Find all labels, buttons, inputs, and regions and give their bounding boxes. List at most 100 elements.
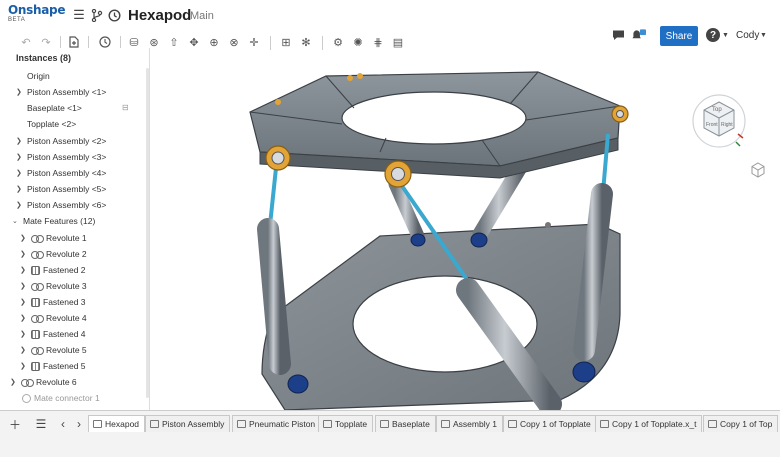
chevron-right-icon[interactable]: › [72, 417, 86, 431]
tab-label: Assembly 1 [453, 419, 497, 429]
instance-panel: Instances (8) Origin ❯ Piston Assembly <… [0, 48, 150, 413]
tab-label: Baseplate [392, 419, 430, 429]
help-icon[interactable]: ? [706, 28, 720, 42]
mate-item[interactable]: ❯ Fastened 4 [20, 327, 86, 341]
chevron-right-icon[interactable]: ❯ [20, 346, 28, 354]
chevron-right-icon[interactable]: ❯ [20, 266, 28, 274]
tab-piston-assembly[interactable]: Piston Assembly [145, 415, 231, 432]
comments-icon[interactable] [611, 28, 625, 42]
tab-hexapod[interactable]: Hexapod [88, 415, 146, 432]
instance-item[interactable]: ❯ Piston Assembly <1> [16, 85, 106, 99]
mate-label: Revolute 3 [46, 281, 87, 291]
group-icon[interactable]: ⊞ [278, 34, 294, 50]
menu-icon[interactable]: ☰ [72, 7, 86, 22]
chevron-right-icon[interactable]: ❯ [16, 201, 24, 209]
chevron-right-icon[interactable]: ❯ [20, 314, 28, 322]
instances-header[interactable]: Instances (8) [16, 53, 71, 63]
instance-item[interactable]: Origin [27, 69, 50, 83]
instance-label: Piston Assembly <1> [27, 87, 107, 97]
instance-label: Origin [27, 71, 50, 81]
cylindrical-mate-icon[interactable]: ⊕ [206, 34, 222, 50]
mate-item[interactable]: ❯ Fastened 3 [20, 295, 86, 309]
panel-scrollbar[interactable] [146, 68, 149, 398]
chevron-left-icon[interactable]: ‹ [56, 417, 70, 431]
part-studio-icon [380, 420, 389, 428]
mate-item[interactable]: ❯ Fastened 5 [20, 359, 86, 373]
mate-features-header[interactable]: ⌄ Mate Features (12) [12, 214, 95, 228]
view-options-icon[interactable] [750, 162, 766, 178]
instance-item[interactable]: ❯ Piston Assembly <2> [16, 134, 106, 148]
planar-mate-icon[interactable]: ✥ [186, 34, 202, 50]
part-studio-icon [237, 420, 246, 428]
instance-item[interactable]: ❯ Piston Assembly <6> [16, 198, 106, 212]
chevron-right-icon[interactable]: ❯ [16, 185, 24, 193]
tab-pneumatic-piston[interactable]: Pneumatic Piston [232, 415, 322, 432]
tab-assembly-1[interactable]: Assembly 1 [436, 415, 503, 432]
add-tab-icon[interactable]: ＋ [8, 417, 22, 432]
mate-item[interactable]: ❯ Revolute 1 [20, 231, 87, 245]
chevron-right-icon[interactable]: ❯ [20, 330, 28, 338]
pin-slot-mate-icon[interactable]: ⊗ [226, 34, 242, 50]
fixed-icon[interactable]: ⊟ [122, 103, 129, 112]
tab-label: Copy 1 of Topplate.x_t [612, 419, 697, 429]
rack-pinion-icon[interactable]: ✺ [350, 34, 366, 50]
instance-item[interactable]: ❯ Piston Assembly <3> [16, 150, 106, 164]
view-cube-top-label: Top [712, 107, 722, 113]
user-chevron-down-icon[interactable]: ▼ [760, 32, 767, 39]
linear-relation-icon[interactable]: ▤ [390, 34, 406, 50]
branch-icon[interactable] [90, 8, 104, 22]
ball-mate-icon[interactable]: ✛ [246, 34, 262, 50]
app-logo[interactable]: Onshape BETA [8, 4, 65, 23]
tab-baseplate[interactable]: Baseplate [375, 415, 436, 432]
workspace-name[interactable]: Main [190, 10, 214, 22]
part-studio-icon [323, 420, 332, 428]
chevron-right-icon[interactable]: ❯ [20, 234, 28, 242]
share-button[interactable]: Share [660, 26, 698, 46]
history-icon[interactable] [107, 8, 121, 22]
mate-item[interactable]: ❯ Revolute 2 [20, 247, 87, 261]
tab-list-icon[interactable]: ☰ [34, 417, 48, 431]
logo-badge: BETA [8, 17, 26, 23]
chevron-right-icon[interactable]: ❯ [16, 153, 24, 161]
instance-item[interactable]: ❯ Piston Assembly <5> [16, 182, 106, 196]
hexapod-model[interactable] [150, 54, 780, 416]
graphics-viewport[interactable]: Top Front Right [150, 54, 780, 416]
user-menu[interactable]: Cody [736, 30, 759, 41]
mate-item[interactable]: ❯ Revolute 3 [20, 279, 87, 293]
part-studio-icon [508, 420, 517, 428]
instance-label: Piston Assembly <2> [27, 136, 107, 146]
chevron-right-icon[interactable]: ❯ [16, 169, 24, 177]
tab-label: Copy 1 of Top [720, 419, 773, 429]
mate-item[interactable]: ❯ Revolute 4 [20, 311, 87, 325]
view-cube[interactable]: Top Front Right [688, 90, 750, 157]
instance-item[interactable]: Topplate <2> [27, 117, 76, 131]
mate-item[interactable]: ❯ Revolute 6 [10, 375, 77, 389]
help-chevron-down-icon[interactable]: ▼ [722, 32, 729, 39]
tab-copy-topplate[interactable]: Copy 1 of Topplate [503, 415, 597, 432]
screw-relation-icon[interactable]: ⋕ [370, 34, 386, 50]
chevron-down-icon[interactable]: ⌄ [12, 217, 20, 225]
revolute-icon [31, 314, 44, 323]
cursor-icon [545, 222, 551, 228]
chevron-right-icon[interactable]: ❯ [20, 362, 28, 370]
chevron-right-icon[interactable]: ❯ [10, 378, 18, 386]
mate-connector-item[interactable]: Mate connector 1 [22, 391, 100, 405]
chevron-right-icon[interactable]: ❯ [20, 282, 28, 290]
gear-relation-icon[interactable]: ⚙ [330, 34, 346, 50]
tab-copy-topplate-xt[interactable]: Copy 1 of Topplate.x_t [595, 415, 703, 432]
tab-topplate[interactable]: Topplate [318, 415, 374, 432]
chevron-right-icon[interactable]: ❯ [16, 137, 24, 145]
instance-item[interactable]: Baseplate <1> [27, 101, 82, 115]
chevron-right-icon[interactable]: ❯ [20, 298, 28, 306]
tab-copy-top[interactable]: Copy 1 of Top [703, 415, 779, 432]
mate-item[interactable]: ❯ Revolute 5 [20, 343, 87, 357]
chevron-right-icon[interactable]: ❯ [20, 250, 28, 258]
notifications-icon[interactable] [632, 28, 646, 42]
document-title[interactable]: Hexapod [128, 7, 191, 24]
mate-connector-icon[interactable]: ✻ [298, 34, 314, 50]
slider-mate-icon[interactable]: ⇧ [166, 34, 182, 50]
instance-item[interactable]: ❯ Piston Assembly <4> [16, 166, 106, 180]
fastened-icon [31, 329, 40, 339]
mate-item[interactable]: ❯ Fastened 2 [20, 263, 86, 277]
chevron-right-icon[interactable]: ❯ [16, 88, 24, 96]
